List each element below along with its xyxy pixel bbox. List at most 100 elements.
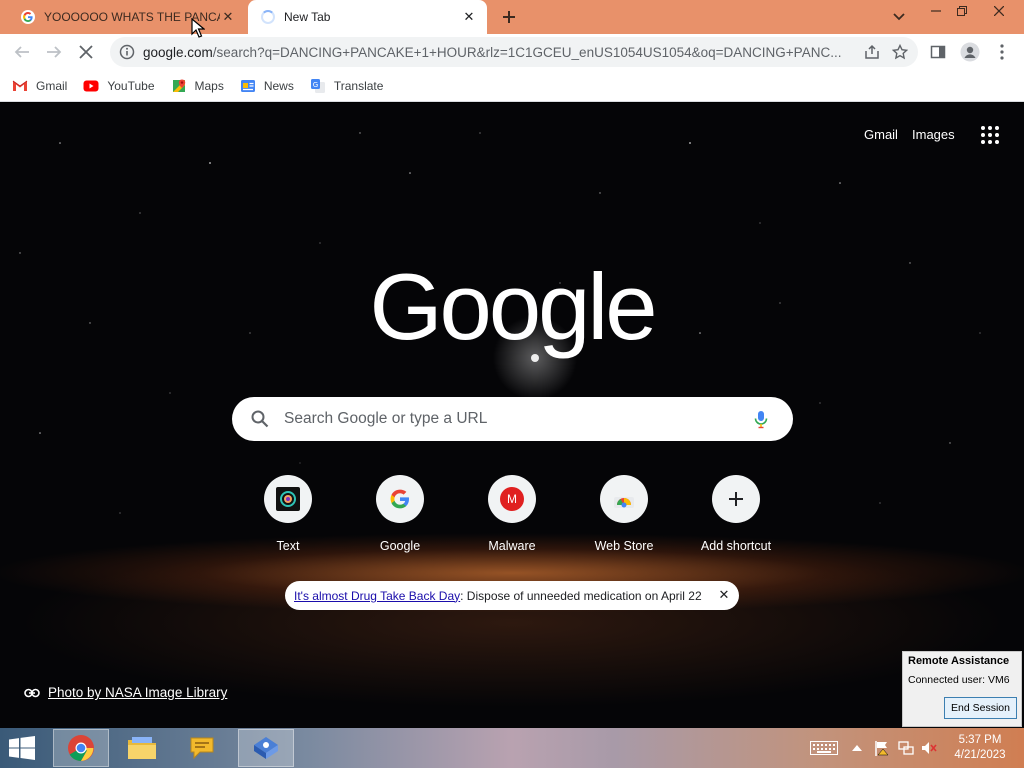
shortcut-text[interactable]: Text [240,475,336,553]
shortcut-google[interactable]: Google [352,475,448,553]
share-button[interactable] [858,38,886,66]
clock-date: 4/21/2023 [954,749,1006,761]
tab-close-icon[interactable]: ✕ [220,9,236,25]
ra-title: Remote Assistance [908,655,1010,667]
google-logo: Google [369,254,657,359]
new-tab-page: Gmail Images Google Search Google or typ… [0,103,1024,728]
shortcut-label: Google [379,539,421,553]
restore-icon [957,6,967,16]
url-text[interactable]: google.com/search?q=DANCING+PANCAKE+1+HO… [143,45,858,60]
taskbar-file-explorer[interactable] [114,729,170,767]
bookmark-label: Gmail [36,78,68,93]
malware-m-icon: M [488,475,536,523]
show-hidden-icons-button[interactable] [848,740,866,756]
bookmark-label: News [263,78,294,93]
close-icon[interactable]: ✕ [717,587,731,602]
tab-search-button[interactable] [888,6,910,28]
photo-attribution[interactable]: Photo by NASA Image Library [24,685,227,700]
minimize-icon [931,10,941,12]
restore-button[interactable] [947,0,977,22]
chevron-down-icon [893,13,905,21]
chrome-icon [68,735,94,762]
shortcut-label: Add shortcut [700,539,772,553]
microphone-icon[interactable] [751,409,771,429]
shortcut-malware[interactable]: M Malware [464,475,560,553]
new-tab-button[interactable] [498,6,520,28]
share-icon [865,44,879,59]
shortcut-web-store[interactable]: Web Store [576,475,672,553]
clock-time: 5:37 PM [958,734,1002,746]
tab-strip: YOOOOOO WHATS THE PANCA ✕ New Tab ✕ [0,0,1024,34]
plus-icon [503,11,515,23]
web-store-icon [600,475,648,523]
side-panel-button[interactable] [924,38,952,66]
browser-menu-button[interactable] [988,38,1016,66]
bookmark-youtube[interactable]: YouTube [83,78,155,94]
promo-banner: It's almost Drug Take Back Day : Dispose… [285,581,739,610]
back-button[interactable] [8,38,36,66]
promo-text: : Dispose of unneeded medication on Apri… [460,588,702,603]
gmail-link[interactable]: Gmail [864,127,898,142]
chevron-up-icon [852,745,862,751]
bookmark-maps[interactable]: Maps [171,78,224,94]
shortcut-label: Text [276,539,300,553]
volume-muted-icon[interactable] [920,740,938,756]
action-center-flag-icon[interactable] [873,740,891,756]
profile-button[interactable] [956,38,984,66]
search-box[interactable]: Search Google or type a URL [232,397,793,441]
gmail-icon [12,78,28,94]
tab-pancake[interactable]: YOOOOOO WHATS THE PANCA ✕ [8,0,246,34]
link-icon [24,688,40,697]
text-site-icon [264,475,312,523]
search-placeholder[interactable]: Search Google or type a URL [284,410,751,428]
profile-avatar-icon [960,42,980,62]
apps-grid-icon[interactable] [978,123,1002,147]
add-shortcut-button[interactable]: Add shortcut [688,475,784,553]
bookmarks-bar: Gmail YouTube Maps News G Translate [0,70,1024,102]
touch-keyboard-icon[interactable] [810,740,838,756]
close-window-button[interactable] [984,0,1014,22]
taskbar-clock[interactable]: 5:37 PM 4/21/2023 [950,733,1010,763]
bookmark-label: Translate [333,78,384,93]
stop-loading-button[interactable] [72,38,100,66]
windows-start-icon[interactable] [8,736,36,760]
forward-arrow-icon [47,46,62,58]
chat-bubble-icon [190,737,214,760]
shortcut-label: Web Store [594,539,654,553]
youtube-icon [83,78,99,94]
bookmark-gmail[interactable]: Gmail [12,78,67,94]
tab-title: New Tab [284,10,331,24]
taskbar-remote-assistance[interactable] [238,729,294,767]
file-explorer-icon [128,737,156,759]
remote-assistance-icon [254,737,278,759]
promo-link[interactable]: It's almost Drug Take Back Day [294,589,460,603]
plus-icon [712,475,760,523]
url-path: /search?q=DANCING+PANCAKE+1+HOUR&rlz=1C1… [212,44,842,60]
stop-icon [79,45,93,59]
news-icon [240,78,256,94]
images-link[interactable]: Images [912,127,955,142]
url-domain: google.com [143,44,213,60]
translate-icon: G [310,78,326,94]
end-session-button[interactable]: End Session [944,697,1017,719]
vertical-dots-icon [1000,44,1004,60]
bookmark-news[interactable]: News [240,78,294,94]
taskbar-chat[interactable] [174,729,230,767]
browser-toolbar: google.com/search?q=DANCING+PANCAKE+1+HO… [0,34,1024,70]
mouse-cursor-icon [191,18,205,38]
tab-new-tab[interactable]: New Tab ✕ [248,0,487,34]
bookmark-star-button[interactable] [886,38,914,66]
close-icon [994,6,1004,16]
taskbar: 5:37 PM 4/21/2023 [0,728,1024,768]
shortcut-label: Malware [488,539,536,553]
forward-button[interactable] [40,38,68,66]
loading-spinner-icon [260,9,276,25]
address-bar[interactable]: google.com/search?q=DANCING+PANCAKE+1+HO… [110,37,918,67]
bookmark-translate[interactable]: G Translate [310,78,384,94]
ra-connected-user: Connected user: VM6 [908,674,1010,686]
info-icon[interactable] [119,44,135,60]
network-icon[interactable] [897,740,915,756]
tab-close-icon[interactable]: ✕ [461,9,477,25]
attribution-text[interactable]: Photo by NASA Image Library [48,685,227,700]
taskbar-chrome[interactable] [53,729,109,767]
